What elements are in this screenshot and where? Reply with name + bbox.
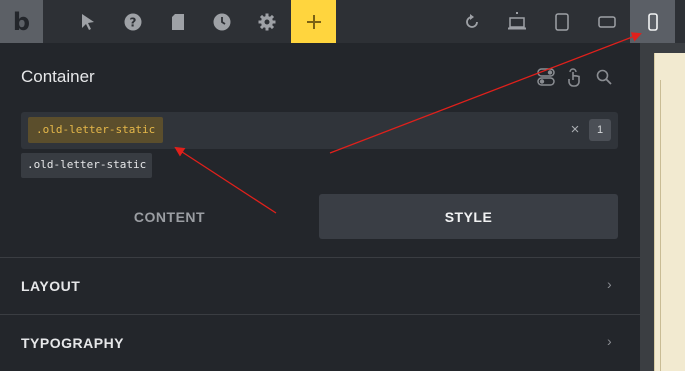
section-layout[interactable]: LAYOUT › (0, 258, 640, 314)
panel-title: Container (21, 67, 95, 86)
chevron-right-icon: › (607, 276, 612, 292)
active-class-chip[interactable]: .old-letter-static (28, 117, 164, 143)
class-count-badge: 1 (589, 119, 611, 141)
chevron-right-icon: › (607, 333, 612, 349)
clear-selector-icon[interactable]: × (567, 120, 583, 140)
mobile-breakpoint-button[interactable] (630, 0, 675, 43)
search-icon[interactable] (594, 67, 614, 87)
section-label: TYPOGRAPHY (21, 335, 125, 351)
section-label: LAYOUT (21, 278, 81, 294)
touch-icon[interactable] (565, 67, 585, 87)
logo[interactable]: b (0, 0, 43, 43)
class-suggestion[interactable]: .old-letter-static (21, 153, 153, 178)
help-icon[interactable]: ? (111, 0, 155, 43)
settings-icon[interactable] (245, 0, 289, 43)
add-element-button[interactable] (291, 0, 336, 43)
plus-icon (306, 14, 321, 29)
mobile-icon (647, 12, 658, 31)
tab-content[interactable]: CONTENT (21, 194, 318, 239)
section-typography[interactable]: TYPOGRAPHY › (0, 315, 640, 371)
page-icon[interactable] (156, 0, 200, 43)
paper-rule (660, 80, 661, 371)
tablet-portrait-icon[interactable] (540, 0, 584, 43)
tablet-landscape-icon[interactable] (585, 0, 629, 43)
paper-preview (654, 53, 685, 371)
laptop-icon[interactable] (495, 0, 539, 43)
cursor-icon[interactable] (66, 0, 110, 43)
tab-style[interactable]: STYLE (319, 194, 618, 239)
history-icon[interactable] (200, 0, 244, 43)
undo-icon[interactable] (450, 0, 494, 43)
toggle-icon[interactable] (536, 67, 556, 87)
svg-text:?: ? (130, 15, 137, 29)
